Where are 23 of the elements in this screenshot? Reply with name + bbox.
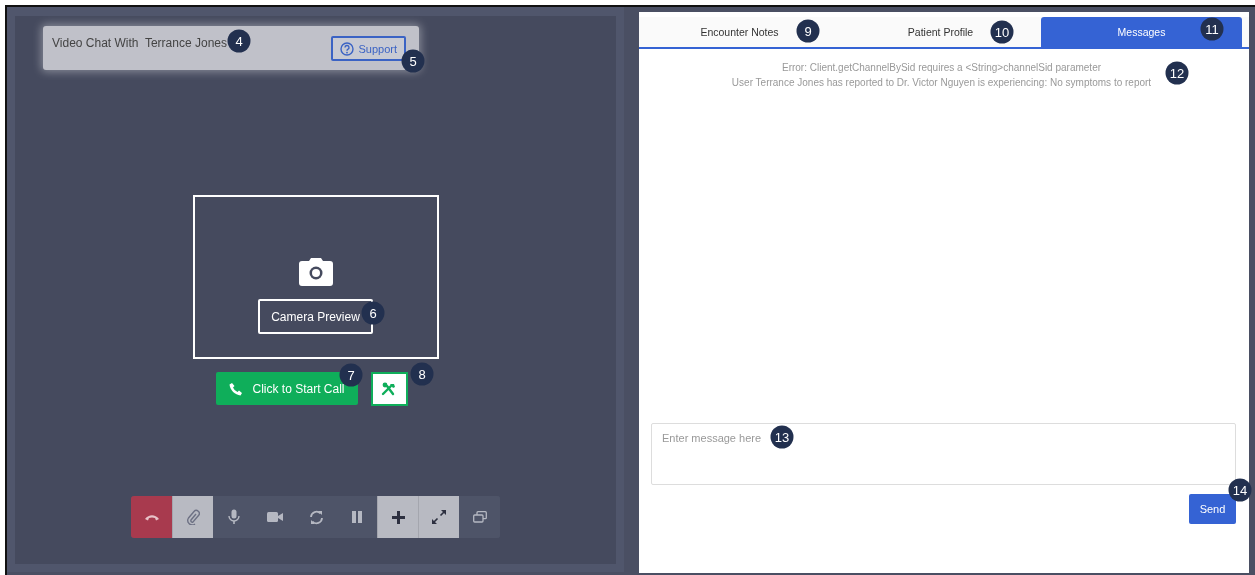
help-icon	[340, 41, 355, 56]
camera-icon	[297, 257, 334, 287]
chat-message: User Terrance Jones has reported to Dr. Victor Nguyen is experiencing: No symptoms to report	[731, 77, 1152, 88]
pause-icon	[352, 511, 362, 523]
chat-message: Error: Client.getChannelBySid requires a <String>channelSid parameter	[781, 62, 1102, 73]
attach-button[interactable]	[172, 496, 213, 538]
hang-up-button[interactable]	[131, 496, 172, 538]
expand-icon	[432, 510, 446, 524]
send-button[interactable]: Send	[1189, 494, 1236, 524]
phone-icon	[229, 381, 244, 396]
sync-icon	[308, 509, 324, 525]
paperclip-icon	[186, 509, 200, 525]
support-button[interactable]: Support	[331, 36, 406, 61]
video-chat-title: Video Chat With Terrance Jones	[52, 36, 227, 50]
microphone-icon	[228, 509, 240, 525]
hang-up-icon	[144, 513, 160, 521]
video-camera-icon	[267, 512, 283, 522]
fullscreen-button[interactable]	[418, 496, 459, 538]
windows-icon	[473, 511, 487, 523]
tools-icon	[381, 382, 397, 396]
add-button[interactable]	[377, 496, 418, 538]
plus-icon	[391, 510, 405, 524]
tools-button[interactable]	[370, 372, 408, 406]
